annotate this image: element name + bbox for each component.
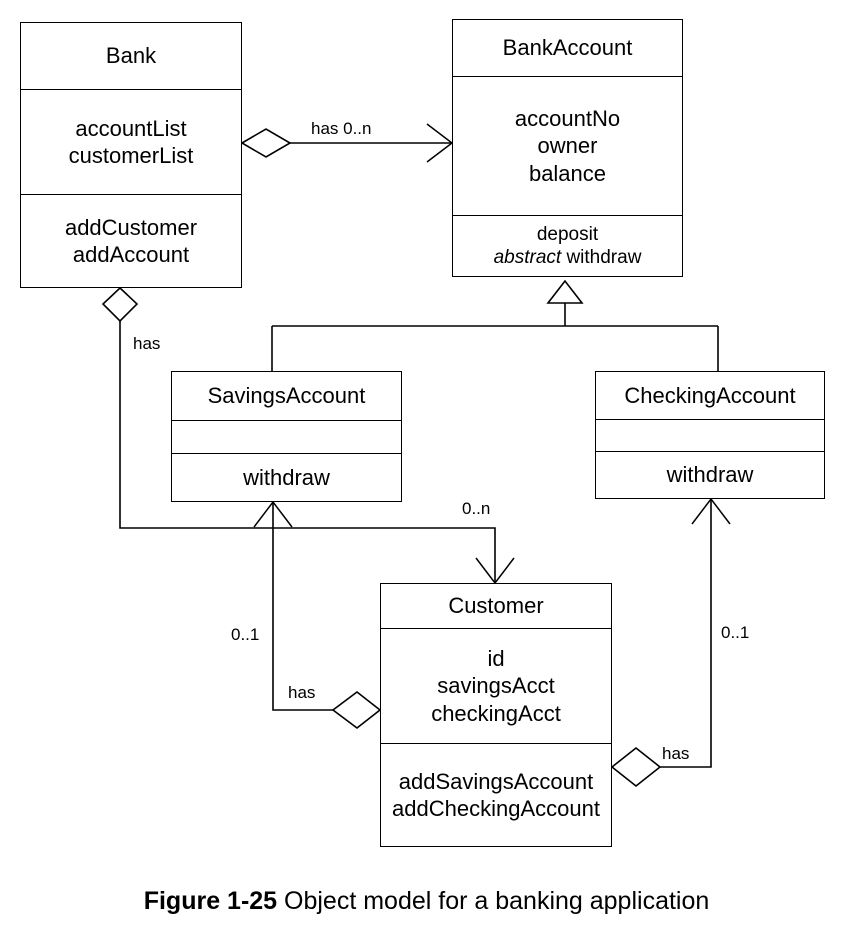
open-arrowhead-bankaccount: [426, 123, 454, 163]
edge-label-has-customer-checking: has: [662, 744, 690, 763]
uml-diagram-canvas: BankAccount --> Customer (down the left …: [0, 0, 853, 949]
class-savingsaccount-name: SavingsAccount: [207, 383, 366, 409]
class-box-savingsaccount[interactable]: SavingsAccount withdraw: [171, 371, 402, 502]
class-bank-attributes-compartment: accountList customerList: [21, 89, 241, 194]
edge-label-multiplicity-bank-customer: 0..n: [462, 499, 491, 518]
figure-caption: Figure 1-25 Object model for a banking a…: [0, 886, 853, 916]
class-checkingaccount-attributes-compartment: [596, 419, 824, 451]
class-customer-attribute: savingsAcct: [437, 673, 555, 699]
class-savingsaccount-title-compartment: SavingsAccount: [172, 372, 401, 420]
edge-label-multiplicity-customer-checking: 0..1: [721, 623, 750, 642]
edge-label-has-customer-savings: has: [288, 683, 316, 702]
class-bank-attribute: customerList: [68, 143, 194, 168]
class-checkingaccount-name: CheckingAccount: [624, 382, 796, 408]
class-box-bankaccount[interactable]: BankAccount accountNo owner balance depo…: [452, 19, 683, 277]
class-bankaccount-abstract-method: abstract withdraw: [494, 246, 642, 269]
class-box-checkingaccount[interactable]: CheckingAccount withdraw: [595, 371, 825, 499]
class-checkingaccount-title-compartment: CheckingAccount: [596, 372, 824, 419]
class-bank-method: addCustomer: [64, 214, 198, 240]
edge-label-has-bank-customer: has: [133, 334, 161, 353]
edge-line-customer-savings: [272, 502, 333, 711]
class-checkingaccount-methods-compartment: withdraw: [596, 451, 824, 498]
aggregation-diamond-customer-checking: [610, 746, 662, 788]
class-bankaccount-attributes-compartment: accountNo owner balance: [453, 76, 682, 215]
class-savingsaccount-methods-compartment: withdraw: [172, 453, 401, 501]
abstract-method-name: withdraw: [561, 247, 642, 268]
class-bankaccount-attribute: owner: [537, 133, 598, 159]
class-savingsaccount-attributes-compartment: [172, 420, 401, 453]
class-bankaccount-methods-compartment: deposit abstract withdraw: [453, 215, 682, 276]
class-customer-attribute: checkingAcct: [431, 700, 561, 726]
class-customer-method: addSavingsAccount: [398, 768, 594, 794]
open-arrowhead-customer-from-bank: [475, 557, 515, 585]
class-checkingaccount-method: withdraw: [666, 462, 754, 488]
class-customer-methods-compartment: addSavingsAccount addCheckingAccount: [381, 743, 611, 846]
aggregation-diamond-customer-savings: [331, 690, 382, 730]
class-customer-method: addCheckingAccount: [392, 796, 600, 821]
aggregation-diamond-bank-customer: [101, 286, 139, 323]
class-savingsaccount-method: withdraw: [243, 464, 330, 490]
class-customer-attribute: id: [487, 646, 505, 672]
figure-caption-number: Figure 1-25: [143, 887, 278, 915]
aggregation-diamond-bank-bankaccount: [240, 128, 292, 158]
edge-customer-has-checking: [610, 497, 731, 788]
open-arrowhead-checking: [691, 497, 731, 525]
edge-label-has-0n-bank-bankaccount: has 0..n: [311, 119, 372, 138]
edge-line-customer-checking: [660, 499, 712, 768]
figure-caption-text: Object model for a banking application: [277, 887, 710, 915]
class-bankaccount-attribute: balance: [528, 160, 607, 186]
generalization-triangle-bankaccount: [546, 279, 584, 304]
class-bank-name: Bank: [105, 43, 157, 69]
class-bankaccount-method: deposit: [536, 223, 599, 245]
class-box-bank[interactable]: Bank accountList customerList addCustome…: [20, 22, 242, 288]
class-bank-title-compartment: Bank: [21, 23, 241, 89]
class-bankaccount-title-compartment: BankAccount: [453, 20, 682, 76]
edge-label-multiplicity-customer-savings: 0..1: [231, 625, 260, 644]
edge-generalization-bankaccount: [271, 279, 719, 371]
edge-customer-has-savings: [253, 500, 382, 730]
class-box-customer[interactable]: Customer id savingsAcct checkingAcct add…: [380, 583, 612, 847]
class-customer-title-compartment: Customer: [381, 584, 611, 628]
class-bank-methods-compartment: addCustomer addAccount: [21, 194, 241, 287]
class-bank-attribute: accountList: [75, 115, 187, 141]
abstract-keyword: abstract: [493, 247, 562, 268]
class-customer-name: Customer: [448, 593, 544, 619]
class-bankaccount-attribute: accountNo: [514, 106, 621, 132]
class-customer-attributes-compartment: id savingsAcct checkingAcct: [381, 628, 611, 743]
class-bank-method: addAccount: [72, 242, 190, 267]
open-arrowhead-savings: [253, 500, 293, 528]
class-bankaccount-name: BankAccount: [502, 35, 633, 61]
